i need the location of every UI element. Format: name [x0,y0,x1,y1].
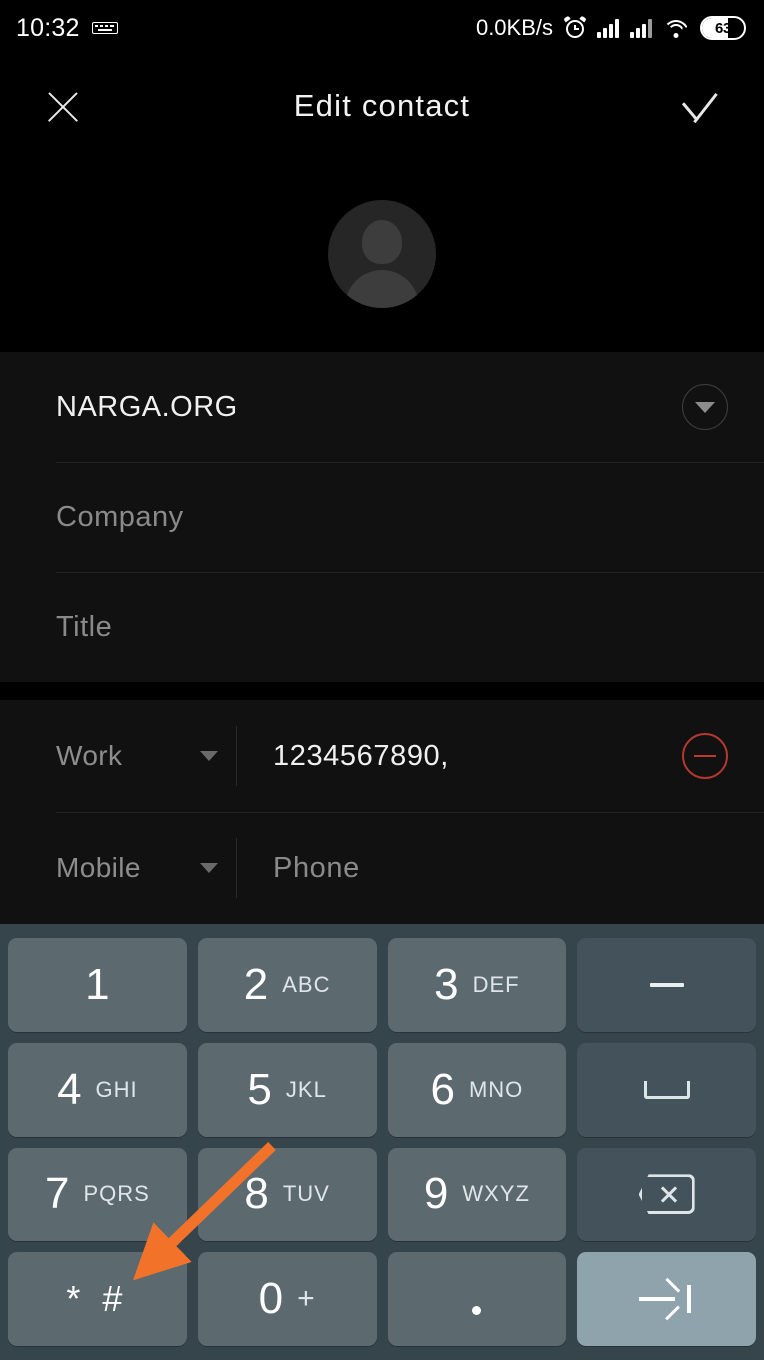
title-field-row[interactable]: Title [0,572,764,682]
phone-type-selector-work[interactable]: Work [56,740,236,772]
name-card: NARGA.ORG Company Title [0,352,764,682]
chevron-down-icon [695,401,715,413]
key-9[interactable]: 9 WXYZ [387,1147,567,1242]
key-dash[interactable] [577,938,756,1032]
card-divider [0,682,764,700]
minus-icon [649,982,684,987]
keyboard-row: 4 GHI 5 JKL 6 MNO [8,1042,756,1137]
key-digit: 2 [243,959,269,1009]
phone-number-input[interactable]: 1234567890, [237,740,682,773]
key-letters: MNO [468,1076,524,1102]
phone-card: Work 1234567890, Mobile Phone [0,700,764,924]
confirm-button[interactable] [662,69,736,143]
battery-icon: 63 [700,16,746,40]
name-input[interactable]: NARGA.ORG [56,391,238,424]
status-bar-left: 10:32 [16,14,118,43]
key-6[interactable]: 6 MNO [387,1042,567,1137]
keyboard-row: * # 0 + [8,1252,756,1346]
key-4[interactable]: 4 GHI [8,1042,187,1137]
numeric-keyboard: 1 2 ABC 3 DEF 4 GHI 5 JKL 6 MNO 7 PQRS 8… [0,924,764,1360]
phone-row[interactable]: Mobile Phone [0,812,764,924]
key-digit: 4 [57,1064,82,1114]
avatar-body [345,270,419,308]
close-icon [45,88,81,124]
keyboard-row: 1 2 ABC 3 DEF [8,938,756,1032]
key-0[interactable]: 0 + [197,1252,377,1346]
check-icon [677,89,721,124]
key-digit: 3 [434,959,459,1009]
phone-type-selector-mobile[interactable]: Mobile [56,852,236,884]
key-2[interactable]: 2 ABC [197,938,377,1032]
period-icon [472,1305,482,1315]
key-space[interactable] [577,1042,756,1137]
expand-name-button[interactable] [682,384,728,430]
phone-type-label: Mobile [56,852,141,883]
avatar-section [0,156,764,352]
key-digit: 7 [44,1169,70,1219]
wifi-icon [663,18,689,38]
key-5[interactable]: 5 JKL [197,1042,377,1137]
space-bar-icon [643,1080,690,1099]
avatar[interactable] [328,200,436,308]
key-star-hash[interactable]: * # [8,1252,187,1346]
chevron-down-icon [200,863,218,873]
keyboard-row: 7 PQRS 8 TUV 9 WXYZ [8,1147,756,1242]
keyboard-icon [91,20,118,36]
key-digit: 9 [423,1169,449,1219]
avatar-head [362,220,402,264]
key-7[interactable]: 7 PQRS [8,1147,187,1242]
key-period[interactable] [387,1252,567,1346]
title-input[interactable]: Title [56,611,112,644]
key-letters: WXYZ [462,1181,530,1207]
key-letters: GHI [95,1076,138,1102]
key-3[interactable]: 3 DEF [387,938,567,1032]
key-1[interactable]: 1 [8,938,187,1032]
signal-bars-icon-2 [630,18,652,38]
close-button[interactable] [26,69,100,143]
key-letters: ABC [282,971,331,997]
status-time: 10:32 [16,13,80,42]
key-digit: 0 [258,1274,284,1324]
chevron-down-icon [200,751,218,761]
company-input[interactable]: Company [56,501,184,534]
app-bar: Edit contact [0,56,764,156]
alarm-icon [563,15,587,39]
key-symbols: * # [66,1278,129,1320]
key-digit: 1 [85,959,110,1009]
remove-phone-button[interactable] [682,733,728,779]
signal-bars-icon [597,18,619,38]
page-title: Edit contact [293,88,471,123]
status-bar-right: 0.0KB/s 63 [476,15,746,41]
key-next-field[interactable] [577,1252,756,1346]
network-speed: 0.0KB/s [475,15,553,40]
key-digit: 8 [244,1169,269,1219]
company-field-row[interactable]: Company [0,462,764,572]
status-bar: 10:32 0.0KB/s 63 [0,0,764,56]
phone-row[interactable]: Work 1234567890, [0,700,764,812]
key-letters: TUV [282,1181,330,1207]
name-field-row[interactable]: NARGA.ORG [0,352,764,462]
key-8[interactable]: 8 TUV [197,1147,377,1242]
backspace-icon [638,1174,695,1215]
battery-level: 63 [714,19,732,37]
key-plus: + [297,1282,316,1316]
key-letters: JKL [285,1076,327,1102]
key-letters: DEF [472,971,520,997]
key-letters: PQRS [83,1181,150,1207]
next-field-icon [638,1277,695,1321]
key-digit: 5 [247,1064,272,1114]
phone-type-label: Work [56,740,123,771]
phone-number-input-empty[interactable]: Phone [237,852,728,885]
phone-screen: 10:32 0.0KB/s 63 Edit contact NARGA.ORG … [0,0,764,1360]
key-digit: 6 [430,1064,455,1114]
remove-circle-icon [694,754,716,758]
key-backspace[interactable] [577,1147,756,1242]
